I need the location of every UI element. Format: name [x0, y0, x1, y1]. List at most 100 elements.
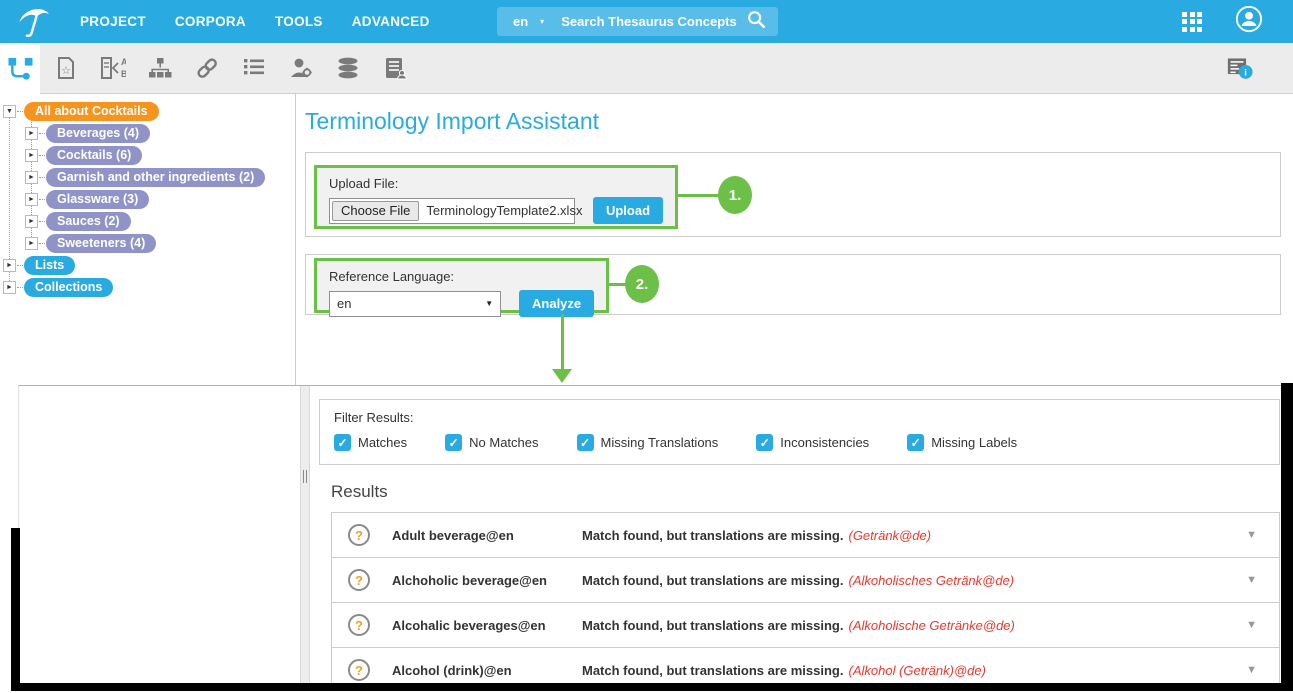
results-table: ? Adult beverage@en Match found, but tra…: [331, 512, 1280, 683]
hierarchy-sitemap-icon[interactable]: [147, 55, 173, 81]
expand-row-caret-icon[interactable]: ▼: [1246, 529, 1257, 541]
search-input[interactable]: Search Thesaurus Concepts: [561, 14, 737, 29]
poolparty-umbrella-logo[interactable]: [16, 5, 52, 39]
checkbox-checked-icon[interactable]: ✓: [907, 434, 924, 451]
pane-resizer[interactable]: [300, 386, 310, 683]
filter-missing-translations[interactable]: ✓ Missing Translations: [577, 434, 719, 451]
filter-results-label: Filter Results:: [334, 410, 1265, 425]
filter-label: Inconsistencies: [780, 435, 869, 450]
tree-item-sauces[interactable]: ► Sauces (2): [0, 210, 295, 232]
question-status-icon: ?: [348, 524, 370, 546]
expander-closed-icon[interactable]: ►: [25, 171, 38, 184]
tree-item-label[interactable]: Collections: [24, 278, 113, 297]
result-message: Match found, but translations are missin…: [582, 573, 843, 588]
upload-button[interactable]: Upload: [593, 197, 663, 224]
repository-user-icon[interactable]: [382, 55, 408, 81]
expander-closed-icon[interactable]: ►: [25, 193, 38, 206]
reference-language-panel: Reference Language: en ▼ Analyze 2.: [305, 254, 1281, 315]
checkbox-checked-icon[interactable]: ✓: [334, 434, 351, 451]
expand-row-caret-icon[interactable]: ▼: [1246, 619, 1257, 631]
tree-item-label[interactable]: Sweeteners (4): [46, 234, 156, 253]
filter-no-matches[interactable]: ✓ No Matches: [445, 434, 538, 451]
resize-handle-icon[interactable]: [303, 470, 307, 483]
page-title: Terminology Import Assistant: [305, 108, 1293, 135]
svg-text:☆: ☆: [61, 65, 71, 77]
result-row[interactable]: ? Alchoholic beverage@en Match found, bu…: [332, 558, 1279, 603]
main-menu: PROJECT CORPORA TOOLS ADVANCED: [80, 14, 430, 29]
favorite-document-icon[interactable]: ☆: [53, 55, 79, 81]
search-language-selector[interactable]: en: [513, 14, 528, 29]
tree-item-collections[interactable]: ► Collections: [0, 276, 295, 298]
tree-item-garnish[interactable]: ► Garnish and other ingredients (2): [0, 166, 295, 188]
file-input[interactable]: Choose File TerminologyTemplate2.xlsx: [329, 198, 575, 224]
expander-closed-icon[interactable]: ►: [25, 127, 38, 140]
result-message: Match found, but translations are missin…: [582, 618, 843, 633]
step2-badge: 2.: [625, 265, 659, 303]
tree-item-label[interactable]: Sauces (2): [46, 212, 131, 231]
tree-item-beverages[interactable]: ► Beverages (4): [0, 122, 295, 144]
expander-closed-icon[interactable]: ►: [25, 149, 38, 162]
filter-inconsistencies[interactable]: ✓ Inconsistencies: [756, 434, 869, 451]
menu-project[interactable]: PROJECT: [80, 14, 146, 29]
svg-text:i: i: [1244, 67, 1247, 78]
module-toolbar: ☆ A B: [0, 43, 1293, 94]
result-row[interactable]: ? Alcohalic beverages@en Match found, bu…: [332, 603, 1279, 648]
checkbox-checked-icon[interactable]: ✓: [577, 434, 594, 451]
search-icon[interactable]: [746, 9, 766, 34]
analyze-button[interactable]: Analyze: [519, 290, 594, 317]
tree-item-label[interactable]: Lists: [24, 256, 75, 275]
expander-closed-icon[interactable]: ►: [3, 259, 16, 272]
expand-row-caret-icon[interactable]: ▼: [1246, 574, 1257, 586]
list-icon[interactable]: [241, 55, 267, 81]
menu-corpora[interactable]: CORPORA: [175, 14, 246, 29]
concept-scheme-icon[interactable]: [0, 43, 40, 94]
main-content: Terminology Import Assistant Upload File…: [296, 94, 1293, 385]
expand-row-caret-icon[interactable]: ▼: [1246, 664, 1257, 676]
filter-label: Missing Translations: [601, 435, 719, 450]
user-account-icon[interactable]: [1235, 5, 1263, 38]
expander-open-icon[interactable]: ▼: [3, 105, 16, 118]
expander-closed-icon[interactable]: ►: [3, 281, 16, 294]
checkbox-checked-icon[interactable]: ✓: [445, 434, 462, 451]
tree-item-label[interactable]: Garnish and other ingredients (2): [46, 168, 265, 187]
menu-advanced[interactable]: ADVANCED: [352, 14, 430, 29]
tree-item-root[interactable]: ▼ All about Cocktails: [0, 100, 295, 122]
tree-item-label[interactable]: Glassware (3): [46, 190, 149, 209]
classification-ab-icon[interactable]: A B: [100, 55, 126, 81]
info-panel-icon[interactable]: i: [1227, 55, 1253, 81]
choose-file-button[interactable]: Choose File: [332, 201, 419, 221]
filter-matches[interactable]: ✓ Matches: [334, 434, 407, 451]
chevron-down-icon[interactable]: ▾: [540, 17, 544, 26]
concept-tree-sidebar: ▼ All about Cocktails ► Beverages (4) ► …: [0, 94, 295, 298]
tree-item-label[interactable]: All about Cocktails: [24, 102, 159, 121]
tree-item-sweeteners[interactable]: ► Sweeteners (4): [0, 232, 295, 254]
tree-item-label[interactable]: Beverages (4): [46, 124, 150, 143]
expander-closed-icon[interactable]: ►: [25, 237, 38, 250]
database-icon[interactable]: [335, 55, 361, 81]
tree-item-glassware[interactable]: ► Glassware (3): [0, 188, 295, 210]
step1-connector-line: [676, 194, 720, 197]
reference-language-select[interactable]: en ▼: [329, 291, 501, 317]
checkbox-checked-icon[interactable]: ✓: [756, 434, 773, 451]
tree-item-lists[interactable]: ► Lists: [0, 254, 295, 276]
thesaurus-search-box[interactable]: en ▾ Search Thesaurus Concepts: [497, 7, 778, 36]
svg-text:A: A: [121, 57, 126, 67]
question-status-icon: ?: [348, 614, 370, 636]
select-caret-icon: ▼: [485, 299, 493, 308]
tree-item-cocktails[interactable]: ► Cocktails (6): [0, 144, 295, 166]
screenshot-border-right: [1281, 383, 1293, 691]
workspace: ▼ All about Cocktails ► Beverages (4) ► …: [0, 94, 1293, 385]
link-icon[interactable]: [194, 55, 220, 81]
filter-missing-labels[interactable]: ✓ Missing Labels: [907, 434, 1017, 451]
step1-badge: 1.: [718, 176, 752, 214]
user-admin-icon[interactable]: [288, 55, 314, 81]
expander-closed-icon[interactable]: ►: [25, 215, 38, 228]
result-row[interactable]: ? Adult beverage@en Match found, but tra…: [332, 513, 1279, 558]
result-row[interactable]: ? Alcohol (drink)@en Match found, but tr…: [332, 648, 1279, 683]
reference-language-label: Reference Language:: [329, 269, 594, 284]
result-term: Adult beverage@en: [392, 528, 582, 543]
tree-item-label[interactable]: Cocktails (6): [46, 146, 142, 165]
apps-grid-icon[interactable]: [1182, 12, 1202, 32]
screenshot-border-left: [11, 528, 20, 683]
menu-tools[interactable]: TOOLS: [275, 14, 323, 29]
